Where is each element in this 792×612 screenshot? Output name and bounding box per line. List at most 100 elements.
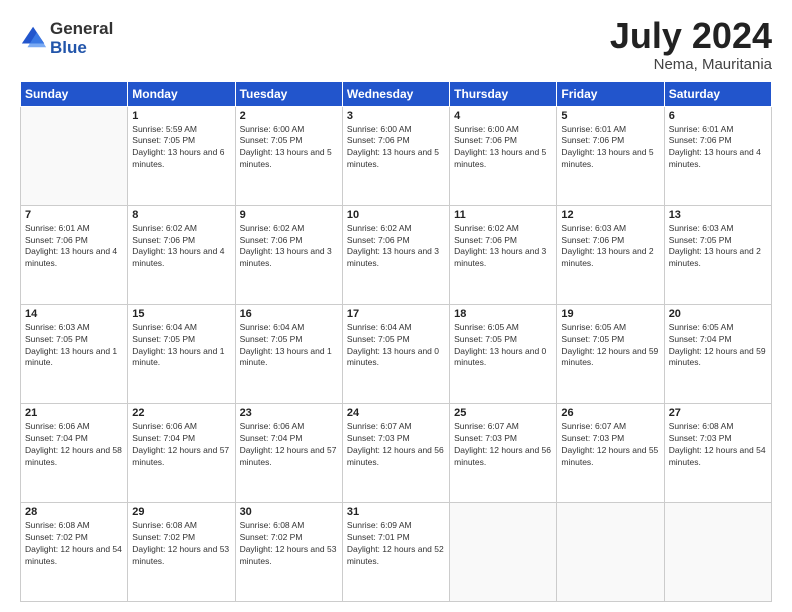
cell-info: Sunrise: 6:05 AMSunset: 7:05 PMDaylight:… bbox=[454, 322, 552, 370]
logo-icon bbox=[20, 23, 48, 51]
day-number: 19 bbox=[561, 308, 659, 320]
day-number: 4 bbox=[454, 110, 552, 122]
day-number: 6 bbox=[669, 110, 767, 122]
header-day-saturday: Saturday bbox=[664, 81, 771, 106]
calendar-cell: 23Sunrise: 6:06 AMSunset: 7:04 PMDayligh… bbox=[235, 403, 342, 502]
cell-info: Sunrise: 6:01 AMSunset: 7:06 PMDaylight:… bbox=[669, 124, 767, 172]
header-day-sunday: Sunday bbox=[21, 81, 128, 106]
calendar-cell: 22 Sunrise: 6:06 AMSunset: 7:04 PMDayligh… bbox=[128, 403, 235, 502]
day-number: 11 bbox=[454, 209, 552, 221]
cell-info: Sunrise: 6:00 AMSunset: 7:06 PMDaylight:… bbox=[347, 124, 445, 172]
calendar-cell: 17 Sunrise: 6:04 AMSunset: 7:05 PMDayligh… bbox=[342, 304, 449, 403]
calendar-cell: 31 Sunrise: 6:09 AMSunset: 7:01 PMDayligh… bbox=[342, 502, 449, 601]
day-number: 20 bbox=[669, 308, 767, 320]
day-number: 17 bbox=[347, 308, 445, 320]
day-number: 2 bbox=[240, 110, 338, 122]
header-row: SundayMondayTuesdayWednesdayThursdayFrid… bbox=[21, 81, 772, 106]
cell-info: Sunrise: 6:02 AMSunset: 7:06 PMDaylight:… bbox=[132, 223, 230, 271]
calendar-cell: 13Sunrise: 6:03 AMSunset: 7:05 PMDayligh… bbox=[664, 205, 771, 304]
calendar-cell: 1Sunrise: 5:59 AMSunset: 7:05 PMDaylight… bbox=[128, 106, 235, 205]
calendar-cell: 6 Sunrise: 6:01 AMSunset: 7:06 PMDaylight… bbox=[664, 106, 771, 205]
week-row-1: 7 Sunrise: 6:01 AMSunset: 7:06 PMDaylight… bbox=[21, 205, 772, 304]
day-number: 22 bbox=[132, 407, 230, 419]
location-subtitle: Nema, Mauritania bbox=[610, 56, 772, 73]
cell-info: Sunrise: 6:06 AMSunset: 7:04 PMDaylight:… bbox=[25, 421, 123, 469]
day-number: 30 bbox=[240, 506, 338, 518]
cell-info: Sunrise: 6:09 AMSunset: 7:01 PMDaylight:… bbox=[347, 520, 445, 568]
cell-info: Sunrise: 6:08 AMSunset: 7:02 PMDaylight:… bbox=[240, 520, 338, 568]
header: General Blue July 2024 Nema, Mauritania bbox=[20, 16, 772, 73]
day-number: 21 bbox=[25, 407, 123, 419]
calendar-cell: 4 Sunrise: 6:00 AMSunset: 7:06 PMDaylight… bbox=[450, 106, 557, 205]
cell-info: Sunrise: 6:02 AMSunset: 7:06 PMDaylight:… bbox=[240, 223, 338, 271]
cell-info: Sunrise: 6:07 AMSunset: 7:03 PMDaylight:… bbox=[347, 421, 445, 469]
calendar-cell bbox=[557, 502, 664, 601]
day-number: 18 bbox=[454, 308, 552, 320]
day-number: 3 bbox=[347, 110, 445, 122]
calendar-cell bbox=[450, 502, 557, 601]
day-number: 15 bbox=[132, 308, 230, 320]
day-number: 12 bbox=[561, 209, 659, 221]
cell-info: Sunrise: 6:01 AMSunset: 7:06 PMDaylight:… bbox=[25, 223, 123, 271]
cell-info: Sunrise: 5:59 AMSunset: 7:05 PMDaylight:… bbox=[132, 124, 230, 172]
cell-info: Sunrise: 6:08 AMSunset: 7:02 PMDaylight:… bbox=[25, 520, 123, 568]
calendar-cell: 2 Sunrise: 6:00 AMSunset: 7:05 PMDaylight… bbox=[235, 106, 342, 205]
week-row-4: 28Sunrise: 6:08 AMSunset: 7:02 PMDayligh… bbox=[21, 502, 772, 601]
calendar-table: SundayMondayTuesdayWednesdayThursdayFrid… bbox=[20, 81, 772, 602]
calendar-cell: 20 Sunrise: 6:05 AMSunset: 7:04 PMDayligh… bbox=[664, 304, 771, 403]
cell-info: Sunrise: 6:07 AMSunset: 7:03 PMDaylight:… bbox=[561, 421, 659, 469]
cell-info: Sunrise: 6:01 AMSunset: 7:06 PMDaylight:… bbox=[561, 124, 659, 172]
calendar-cell: 9Sunrise: 6:02 AMSunset: 7:06 PMDaylight… bbox=[235, 205, 342, 304]
cell-info: Sunrise: 6:05 AMSunset: 7:04 PMDaylight:… bbox=[669, 322, 767, 370]
calendar-cell: 29 Sunrise: 6:08 AMSunset: 7:02 PMDayligh… bbox=[128, 502, 235, 601]
calendar-cell: 15Sunrise: 6:04 AMSunset: 7:05 PMDayligh… bbox=[128, 304, 235, 403]
calendar-cell: 18 Sunrise: 6:05 AMSunset: 7:05 PMDayligh… bbox=[450, 304, 557, 403]
calendar-cell: 26 Sunrise: 6:07 AMSunset: 7:03 PMDayligh… bbox=[557, 403, 664, 502]
calendar-cell: 7 Sunrise: 6:01 AMSunset: 7:06 PMDaylight… bbox=[21, 205, 128, 304]
week-row-0: 1Sunrise: 5:59 AMSunset: 7:05 PMDaylight… bbox=[21, 106, 772, 205]
cell-info: Sunrise: 6:02 AMSunset: 7:06 PMDaylight:… bbox=[347, 223, 445, 271]
day-number: 29 bbox=[132, 506, 230, 518]
week-row-3: 21 Sunrise: 6:06 AMSunset: 7:04 PMDayligh… bbox=[21, 403, 772, 502]
header-day-monday: Monday bbox=[128, 81, 235, 106]
day-number: 26 bbox=[561, 407, 659, 419]
day-number: 31 bbox=[347, 506, 445, 518]
cell-info: Sunrise: 6:07 AMSunset: 7:03 PMDaylight:… bbox=[454, 421, 552, 469]
calendar-cell: 19 Sunrise: 6:05 AMSunset: 7:05 PMDayligh… bbox=[557, 304, 664, 403]
calendar-cell: 14 Sunrise: 6:03 AMSunset: 7:05 PMDayligh… bbox=[21, 304, 128, 403]
cell-info: Sunrise: 6:00 AMSunset: 7:06 PMDaylight:… bbox=[454, 124, 552, 172]
page: General Blue July 2024 Nema, Mauritania … bbox=[0, 0, 792, 612]
week-row-2: 14 Sunrise: 6:03 AMSunset: 7:05 PMDayligh… bbox=[21, 304, 772, 403]
header-day-wednesday: Wednesday bbox=[342, 81, 449, 106]
cell-info: Sunrise: 6:03 AMSunset: 7:06 PMDaylight:… bbox=[561, 223, 659, 271]
logo-blue-label: Blue bbox=[50, 39, 113, 58]
calendar-cell: 24 Sunrise: 6:07 AMSunset: 7:03 PMDayligh… bbox=[342, 403, 449, 502]
calendar-cell: 28Sunrise: 6:08 AMSunset: 7:02 PMDayligh… bbox=[21, 502, 128, 601]
calendar-cell: 30 Sunrise: 6:08 AMSunset: 7:02 PMDayligh… bbox=[235, 502, 342, 601]
cell-info: Sunrise: 6:06 AMSunset: 7:04 PMDaylight:… bbox=[240, 421, 338, 469]
day-number: 14 bbox=[25, 308, 123, 320]
cell-info: Sunrise: 6:02 AMSunset: 7:06 PMDaylight:… bbox=[454, 223, 552, 271]
day-number: 24 bbox=[347, 407, 445, 419]
calendar-cell bbox=[21, 106, 128, 205]
day-number: 7 bbox=[25, 209, 123, 221]
cell-info: Sunrise: 6:03 AMSunset: 7:05 PMDaylight:… bbox=[25, 322, 123, 370]
calendar-cell bbox=[664, 502, 771, 601]
header-day-tuesday: Tuesday bbox=[235, 81, 342, 106]
calendar-cell: 11 Sunrise: 6:02 AMSunset: 7:06 PMDayligh… bbox=[450, 205, 557, 304]
calendar-body: 1Sunrise: 5:59 AMSunset: 7:05 PMDaylight… bbox=[21, 106, 772, 601]
logo: General Blue bbox=[20, 20, 113, 57]
cell-info: Sunrise: 6:03 AMSunset: 7:05 PMDaylight:… bbox=[669, 223, 767, 271]
day-number: 25 bbox=[454, 407, 552, 419]
cell-info: Sunrise: 6:06 AMSunset: 7:04 PMDaylight:… bbox=[132, 421, 230, 469]
cell-info: Sunrise: 6:08 AMSunset: 7:02 PMDaylight:… bbox=[132, 520, 230, 568]
calendar-cell: 10 Sunrise: 6:02 AMSunset: 7:06 PMDayligh… bbox=[342, 205, 449, 304]
header-day-thursday: Thursday bbox=[450, 81, 557, 106]
cell-info: Sunrise: 6:05 AMSunset: 7:05 PMDaylight:… bbox=[561, 322, 659, 370]
day-number: 10 bbox=[347, 209, 445, 221]
cell-info: Sunrise: 6:04 AMSunset: 7:05 PMDaylight:… bbox=[347, 322, 445, 370]
calendar-cell: 8Sunrise: 6:02 AMSunset: 7:06 PMDaylight… bbox=[128, 205, 235, 304]
calendar-header: SundayMondayTuesdayWednesdayThursdayFrid… bbox=[21, 81, 772, 106]
calendar-cell: 12 Sunrise: 6:03 AMSunset: 7:06 PMDayligh… bbox=[557, 205, 664, 304]
cell-info: Sunrise: 6:00 AMSunset: 7:05 PMDaylight:… bbox=[240, 124, 338, 172]
